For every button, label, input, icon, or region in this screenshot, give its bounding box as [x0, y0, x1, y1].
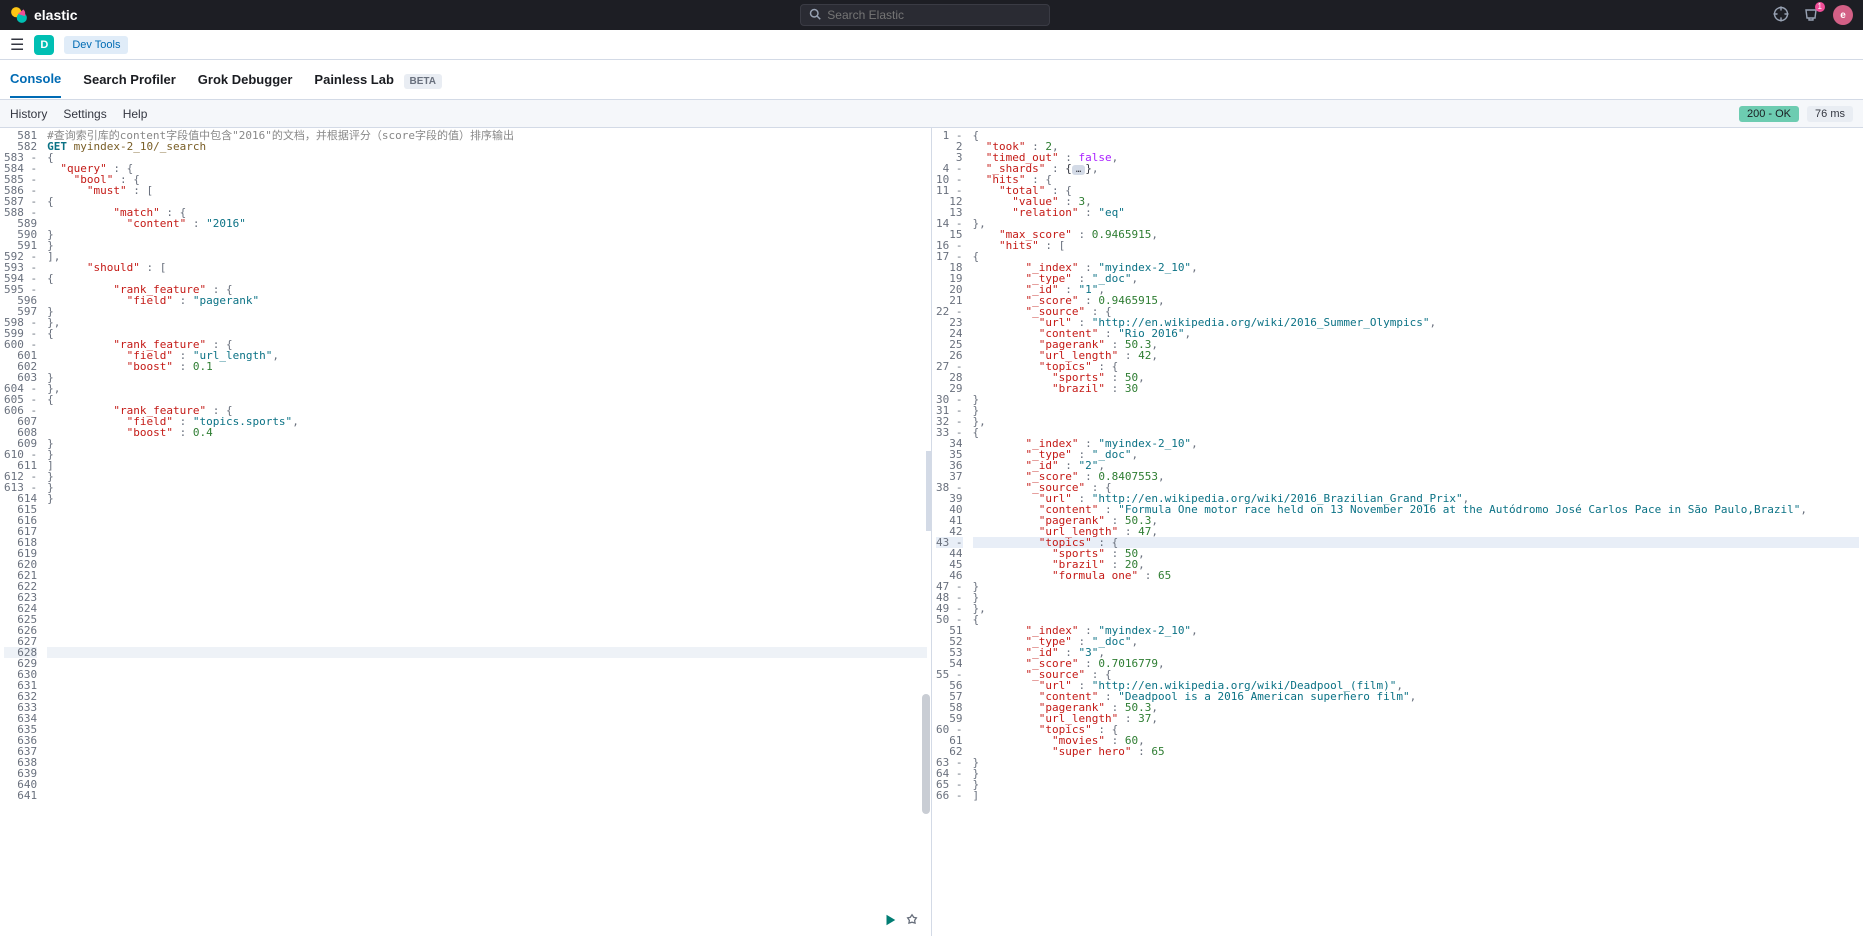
tab-console[interactable]: Console — [10, 61, 61, 98]
editor-area: 581582583 -584 -585 -586 -587 -588 -5895… — [0, 128, 1863, 936]
user-avatar[interactable]: e — [1833, 5, 1853, 25]
help-icon[interactable] — [1773, 6, 1789, 25]
beta-badge: BETA — [404, 74, 442, 89]
request-pane[interactable]: 581582583 -584 -585 -586 -587 -588 -5895… — [0, 128, 932, 936]
console-subbar: History Settings Help 200 - OK 76 ms — [0, 100, 1863, 128]
notification-badge: 1 — [1815, 2, 1825, 12]
subtab-settings[interactable]: Settings — [63, 107, 106, 121]
space-selector[interactable]: D — [34, 35, 54, 55]
tab-painless-lab[interactable]: Painless Lab BETA — [314, 62, 442, 97]
subtab-help[interactable]: Help — [123, 107, 148, 121]
navbar: ☰ D Dev Tools — [0, 30, 1863, 60]
elastic-logo-icon — [10, 6, 28, 24]
run-request-icon[interactable] — [883, 913, 897, 930]
tab-search-profiler[interactable]: Search Profiler — [83, 62, 176, 97]
response-pane[interactable]: 1 -234 -10 -11 -121314 -1516 -17 -181920… — [932, 128, 1863, 936]
brand-logo[interactable]: elastic — [10, 6, 78, 24]
status-badge: 200 - OK — [1739, 106, 1799, 122]
tab-grok-debugger[interactable]: Grok Debugger — [198, 62, 293, 97]
breadcrumb[interactable]: Dev Tools — [64, 36, 128, 54]
newsfeed-icon[interactable]: 1 — [1803, 6, 1819, 25]
global-search[interactable] — [800, 4, 1050, 26]
brand-name: elastic — [34, 7, 78, 23]
global-search-input[interactable] — [827, 8, 1041, 22]
tab-painless-lab-label: Painless Lab — [314, 72, 393, 87]
subtab-history[interactable]: History — [10, 107, 47, 121]
request-options-icon[interactable] — [905, 913, 919, 930]
nav-toggle-icon[interactable]: ☰ — [10, 35, 24, 55]
search-icon — [809, 8, 821, 23]
scrollbar-thumb[interactable] — [922, 694, 930, 814]
response-time: 76 ms — [1807, 106, 1853, 122]
global-header: elastic 1 e — [0, 0, 1863, 30]
app-tabs: Console Search Profiler Grok Debugger Pa… — [0, 60, 1863, 100]
